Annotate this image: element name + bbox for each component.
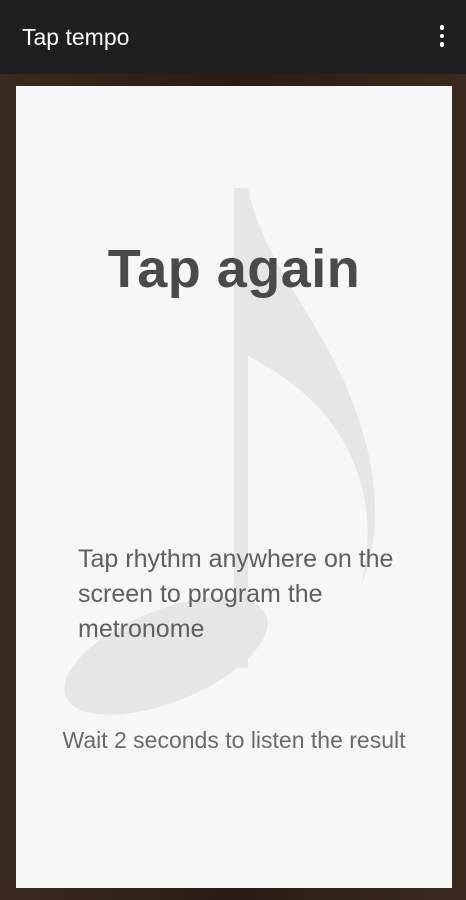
wait-hint: Wait 2 seconds to listen the result — [62, 727, 406, 753]
more-vert-icon[interactable] — [430, 20, 454, 52]
music-note-icon — [64, 188, 376, 715]
tap-status-headline: Tap again — [107, 239, 361, 299]
instruction-text: Tap rhythm anywhere on the screen to pro… — [78, 545, 394, 643]
app-title: Tap tempo — [22, 24, 130, 50]
tap-area[interactable]: Tap again Tap rhythm anywhere on the scr… — [16, 86, 452, 888]
app-bar: Tap tempo — [0, 0, 466, 74]
